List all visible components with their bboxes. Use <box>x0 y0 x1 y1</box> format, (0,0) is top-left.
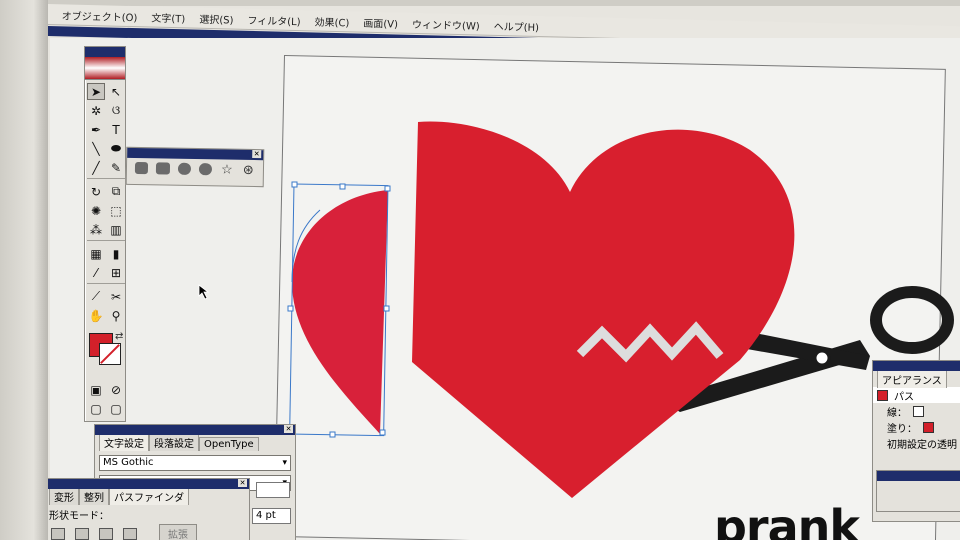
close-icon[interactable]: ✕ <box>284 425 293 433</box>
tab-transform[interactable]: 変形 <box>49 487 79 505</box>
color-mode-icon[interactable]: ▣ <box>87 381 105 398</box>
stroke-none-swatch[interactable] <box>913 405 924 417</box>
heart-left-shape-selected[interactable] <box>292 190 388 434</box>
tab-character[interactable]: 文字設定 <box>99 433 149 451</box>
exclude-icon[interactable] <box>123 527 137 540</box>
direct-selection-tool-icon[interactable]: ↖ <box>107 83 125 100</box>
full-screen-icon[interactable]: ▢ <box>107 400 125 417</box>
heart-right-shape[interactable] <box>412 121 795 498</box>
layers-panel-header[interactable] <box>877 471 960 481</box>
symbol-sprayer-tool-icon[interactable]: ⁂ <box>87 221 105 238</box>
screen-mode-icon[interactable]: ▢ <box>87 400 105 417</box>
tab-paragraph[interactable]: 段落設定 <box>149 433 199 451</box>
default-transparency-label[interactable]: 初期設定の透明 <box>887 436 957 451</box>
fill-stroke-control: ⇄ <box>87 331 123 377</box>
expand-button[interactable]: 拡張 <box>159 524 197 540</box>
stroke-label: 線： <box>887 407 907 419</box>
appearance-panel-header[interactable] <box>873 361 960 371</box>
app-logo <box>85 57 125 80</box>
none-color-icon[interactable]: ⊘ <box>107 381 125 398</box>
slice-tool-icon[interactable]: ⟋ <box>87 288 105 305</box>
close-icon[interactable]: ✕ <box>252 149 262 159</box>
mesh-tool-icon[interactable]: ▦ <box>87 245 105 262</box>
selection-tool-icon[interactable]: ➤ <box>87 83 105 100</box>
mouse-cursor-icon <box>198 284 210 300</box>
tab-pathfinder[interactable]: パスファインダ <box>109 487 189 505</box>
rotate-tool-icon[interactable]: ↻ <box>87 183 105 200</box>
tools-divider <box>87 240 125 243</box>
line-tool-icon[interactable]: ╲ <box>87 140 105 157</box>
tab-align[interactable]: 整列 <box>79 487 109 505</box>
fill-swatch[interactable] <box>923 421 934 433</box>
ellipse-tool-icon[interactable] <box>177 162 192 175</box>
zoom-tool-icon[interactable]: ⚲ <box>107 307 125 324</box>
flare-tool-icon[interactable]: ⊛ <box>241 162 255 177</box>
rounded-rectangle-tool-icon[interactable] <box>156 162 170 175</box>
appearance-item-label[interactable]: パス <box>894 388 914 403</box>
intersect-icon[interactable] <box>99 527 113 540</box>
pathfinder-panel: ✕ 変形 整列 パスファインダ 形状モード： 拡張 <box>44 478 250 540</box>
tools-panel-header[interactable] <box>85 47 125 57</box>
shape-tools-tearoff: ✕ ☆ ⊛ <box>125 146 265 188</box>
unite-icon[interactable] <box>51 527 65 540</box>
screen: オブジェクト(O) 文字(T) 選択(S) フィルタ(L) 効果(C) 画面(V… <box>0 0 960 540</box>
swap-fill-stroke-icon[interactable]: ⇄ <box>115 331 123 342</box>
font-size-field[interactable] <box>256 482 290 498</box>
tools-divider <box>87 178 125 181</box>
scale-tool-icon[interactable]: ⧉ <box>107 183 125 200</box>
tab-appearance[interactable]: アピアランス <box>877 370 947 388</box>
monitor-bezel-left <box>0 0 48 540</box>
hand-tool-icon[interactable]: ✋ <box>87 307 105 324</box>
scissors-tool-icon[interactable]: ✂ <box>107 288 125 305</box>
close-icon[interactable]: ✕ <box>238 479 247 487</box>
pathfinder-panel-header[interactable]: ✕ <box>45 479 249 489</box>
headline-text: prank <box>714 500 860 540</box>
live-paint-tool-icon[interactable]: ⊞ <box>107 264 125 281</box>
magic-wand-tool-icon[interactable]: ✲ <box>87 102 105 119</box>
rectangle-tool-icon[interactable] <box>134 161 149 175</box>
shape-mode-label: 形状モード： <box>49 511 109 522</box>
leading-field[interactable]: 4 pt <box>252 508 291 524</box>
path-swatch <box>877 389 888 401</box>
lasso-tool-icon[interactable]: ଓ <box>107 102 125 119</box>
warp-tool-icon[interactable]: ✺ <box>87 202 105 219</box>
stroke-color-swatch[interactable] <box>99 343 121 365</box>
minus-front-icon[interactable] <box>75 527 89 540</box>
tab-opentype[interactable]: OpenType <box>199 437 259 451</box>
ellipse-tool-icon[interactable]: ⬬ <box>107 140 125 157</box>
star-tool-icon[interactable]: ☆ <box>220 162 234 177</box>
tools-panel: ➤ ↖ ✲ ଓ ✒ T ╲ ⬬ ╱ ✎ ↻ ⧉ ✺ ⬚ ⁂ ▥ ▦ ▮ ⁄ ⊞ … <box>84 46 126 422</box>
layers-panel <box>876 470 960 512</box>
type-tool-icon[interactable]: T <box>107 121 125 138</box>
eyedropper-tool-icon[interactable]: ⁄ <box>87 264 105 281</box>
fill-label: 塗り： <box>887 423 917 435</box>
character-panel-header[interactable]: ✕ <box>95 425 295 435</box>
font-family-dropdown[interactable]: MS Gothic <box>99 455 291 471</box>
polygon-tool-icon[interactable] <box>198 163 213 176</box>
tools-divider <box>87 283 125 286</box>
paintbrush-tool-icon[interactable]: ╱ <box>87 159 105 176</box>
free-transform-tool-icon[interactable]: ⬚ <box>107 202 125 219</box>
pencil-tool-icon[interactable]: ✎ <box>107 159 125 176</box>
pen-tool-icon[interactable]: ✒ <box>87 121 105 138</box>
gradient-tool-icon[interactable]: ▮ <box>107 245 125 262</box>
column-graph-tool-icon[interactable]: ▥ <box>107 221 125 238</box>
